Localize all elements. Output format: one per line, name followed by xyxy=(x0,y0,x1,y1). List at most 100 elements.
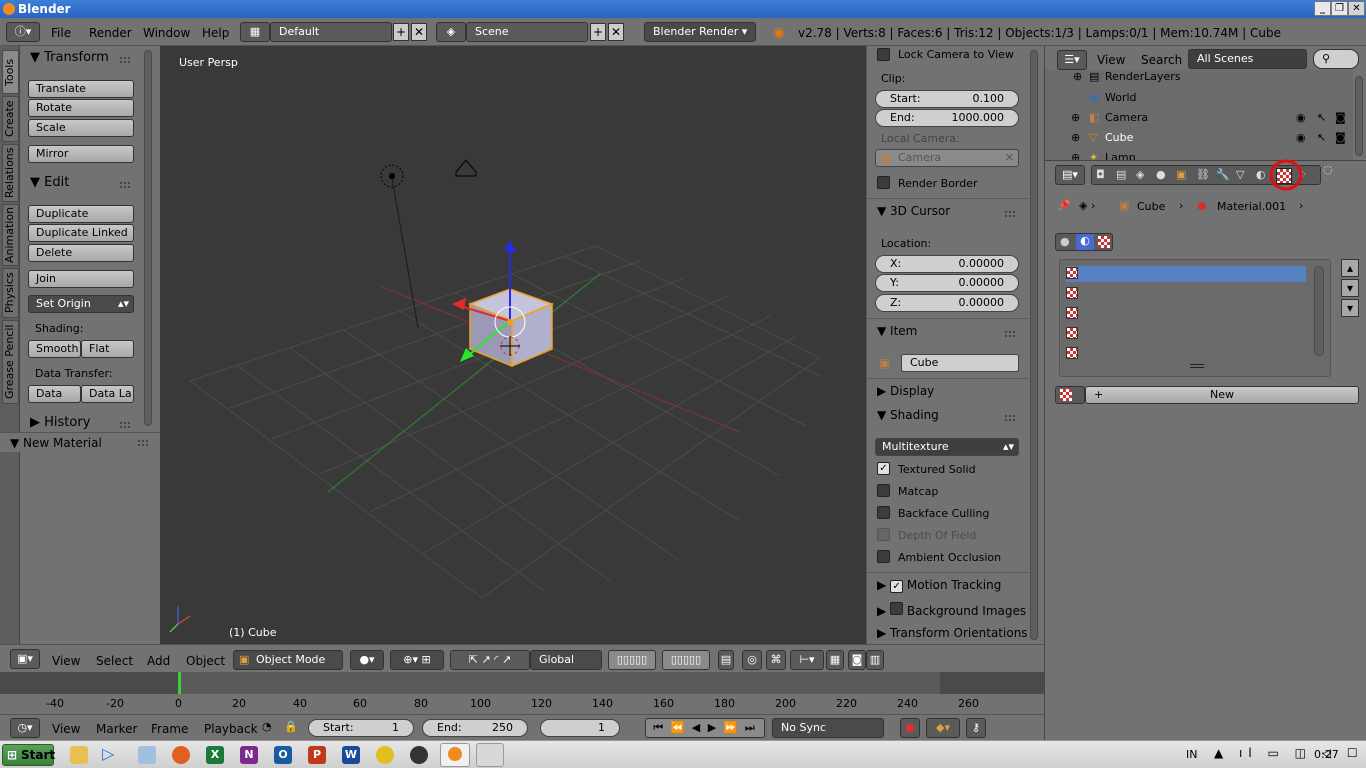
cursor-z-field[interactable]: Z: 0.00000 xyxy=(875,294,1019,312)
render-engine-dropdown[interactable]: Blender Render ▾ xyxy=(644,22,756,42)
render-camera-icon[interactable]: ◙ xyxy=(1335,131,1346,144)
lock-camera-checkbox[interactable] xyxy=(877,48,890,61)
word-icon[interactable]: W xyxy=(342,746,360,764)
timeline-editor-type-icon[interactable]: ◷▾ xyxy=(10,718,40,738)
auto-keyframe-icon[interactable]: ● xyxy=(900,718,920,738)
slot-specials-button[interactable]: ▾ xyxy=(1341,299,1359,317)
motion-tracking-checkbox[interactable]: ✓ xyxy=(890,580,904,593)
media-player-icon[interactable]: ▷ xyxy=(102,746,120,764)
new-material-operator-panel[interactable]: ▼ New Material xyxy=(0,432,160,452)
move-slot-down-button[interactable]: ▾ xyxy=(1341,279,1359,297)
snap-toggle-icon[interactable]: ⌘ xyxy=(766,650,786,670)
view-menu[interactable]: View xyxy=(52,654,80,668)
current-frame-marker[interactable] xyxy=(178,672,181,694)
app-icon[interactable] xyxy=(376,746,394,764)
ambient-occlusion-checkbox[interactable] xyxy=(877,550,890,563)
timeline-area[interactable]: -40 -20 0 20 40 60 80 100 120 140 160 18… xyxy=(0,672,1044,714)
set-origin-dropdown[interactable]: Set Origin ▴▾ xyxy=(28,295,134,313)
texture-browse-button[interactable] xyxy=(1055,386,1085,404)
data-layout-button[interactable]: Data La xyxy=(81,385,134,403)
panel-grip[interactable] xyxy=(120,422,130,428)
outliner-row-camera[interactable]: ⊕ ◧ Camera ◉ ↖ ◙ xyxy=(1045,110,1353,130)
playback-controls[interactable]: ⏮ ⏪ ◀ ▶ ⏩ ⏭ xyxy=(645,718,765,738)
powerpoint-icon[interactable]: P xyxy=(308,746,326,764)
shading-mode-dropdown[interactable]: Multitexture ▴▾ xyxy=(875,438,1019,456)
scale-button[interactable]: Scale xyxy=(28,119,134,137)
join-button[interactable]: Join xyxy=(28,270,134,288)
scene-tab-icon[interactable]: ◈ xyxy=(1136,168,1144,181)
outliner-row-renderlayers[interactable]: ⊕ ▤ RenderLayers xyxy=(1045,70,1353,90)
notes-app-icon[interactable] xyxy=(138,746,156,764)
duplicate-linked-button[interactable]: Duplicate Linked xyxy=(28,224,134,242)
constraints-tab-icon[interactable]: ⛓ xyxy=(1196,168,1210,181)
properties-editor-type-icon[interactable]: ▤▾ xyxy=(1055,165,1085,185)
expand-icon[interactable]: ⊕ xyxy=(1071,111,1080,124)
frame-start-field[interactable]: Start: 1 xyxy=(308,719,414,737)
item-header[interactable]: ▼ Item xyxy=(877,324,917,338)
object-tab-icon[interactable]: ▣ xyxy=(1176,168,1186,181)
render-camera-icon[interactable]: ◙ xyxy=(1335,111,1346,124)
3d-cursor-header[interactable]: ▼ 3D Cursor xyxy=(877,204,950,218)
rotate-button[interactable]: Rotate xyxy=(28,99,134,117)
input-language[interactable]: IN xyxy=(1186,748,1197,761)
shading-header[interactable]: ▼ Shading xyxy=(877,408,939,422)
tab-grease-pencil[interactable]: Grease Pencil xyxy=(2,320,19,404)
depth-of-field-checkbox[interactable] xyxy=(877,528,890,541)
select-menu[interactable]: Select xyxy=(96,654,133,668)
proportional-editing-icon[interactable]: ◎ xyxy=(742,650,762,670)
outliner-search-input[interactable]: ⚲ xyxy=(1313,49,1359,69)
timeline-view-menu[interactable]: View xyxy=(52,722,80,736)
menu-file[interactable]: File xyxy=(51,26,71,40)
maximize-button[interactable]: ❐ xyxy=(1331,1,1348,16)
sidebar-scrollbar[interactable] xyxy=(1030,50,1038,640)
outliner-filter-dropdown[interactable]: All Scenes xyxy=(1188,49,1307,69)
item-name-field[interactable]: Cube xyxy=(901,354,1019,372)
history-panel-header[interactable]: ▶ History xyxy=(30,415,90,430)
system-tray-icons[interactable]: ▲ ıl ▭ ◫ ◁ ☐ xyxy=(1214,746,1364,760)
tab-animation[interactable]: Animation xyxy=(2,204,19,266)
frame-end-field[interactable]: End: 250 xyxy=(422,719,528,737)
clock[interactable]: 0:27 xyxy=(1314,748,1339,761)
tab-relations[interactable]: Relations xyxy=(2,144,19,202)
physics-tab-icon[interactable]: ◌ xyxy=(1323,163,1333,176)
current-frame-field[interactable]: 1 xyxy=(540,719,620,737)
marker-menu[interactable]: Marker xyxy=(96,722,137,736)
clip-start-field[interactable]: Start: 0.100 xyxy=(875,90,1019,108)
transform-panel-header[interactable]: ▼ Transform xyxy=(30,50,109,65)
panel-grip[interactable] xyxy=(138,440,148,446)
visibility-eye-icon[interactable]: ◉ xyxy=(1296,131,1306,144)
app-icon[interactable] xyxy=(410,746,428,764)
cursor-y-field[interactable]: Y: 0.00000 xyxy=(875,274,1019,292)
scene-browse-icon[interactable]: ◈ xyxy=(436,22,466,42)
outliner-search-menu[interactable]: Search xyxy=(1141,53,1182,67)
opengl-render-image-icon[interactable]: ◙ xyxy=(848,650,866,670)
sync-mode-dropdown[interactable]: No Sync xyxy=(772,718,884,738)
scene-layers-group-1[interactable]: ▯▯▯▯▯ xyxy=(608,650,656,670)
data-tab-icon[interactable]: ▽ xyxy=(1236,168,1244,181)
world-tab-icon[interactable]: ● xyxy=(1156,168,1166,181)
panel-grip[interactable] xyxy=(1005,211,1015,217)
file-explorer-icon[interactable] xyxy=(70,746,88,764)
menu-help[interactable]: Help xyxy=(202,26,229,40)
layout-browse-icon[interactable]: ▦ xyxy=(240,22,270,42)
preview-range-icon[interactable]: ◔ xyxy=(262,720,272,733)
list-resize-grip[interactable] xyxy=(1190,364,1204,368)
manipulator-toggles[interactable]: ⇱ ↗ ◜ ↗ xyxy=(450,650,530,670)
cursor-x-field[interactable]: X: 0.00000 xyxy=(875,255,1019,273)
delete-layout-button[interactable]: ✕ xyxy=(411,23,427,41)
pin-icon[interactable]: 📌 xyxy=(1057,199,1071,212)
translate-button[interactable]: Translate xyxy=(28,80,134,98)
tab-physics[interactable]: Physics xyxy=(2,268,19,318)
outliner-row-cube[interactable]: ⊕ ▽ Cube ◉ ↖ ◙ xyxy=(1045,130,1353,150)
flat-button[interactable]: Flat xyxy=(81,340,134,358)
backface-culling-checkbox[interactable] xyxy=(877,506,890,519)
transform-orientations-header[interactable]: ▶ Transform Orientations xyxy=(877,626,1028,640)
texture-slot[interactable] xyxy=(1066,326,1306,342)
panel-grip[interactable] xyxy=(1005,331,1015,337)
panel-grip[interactable] xyxy=(120,182,130,188)
panel-grip[interactable] xyxy=(120,57,130,63)
object-menu[interactable]: Object xyxy=(186,654,225,668)
new-texture-button[interactable]: + New xyxy=(1085,386,1359,404)
duplicate-button[interactable]: Duplicate xyxy=(28,205,134,223)
texture-slot[interactable] xyxy=(1066,266,1306,282)
